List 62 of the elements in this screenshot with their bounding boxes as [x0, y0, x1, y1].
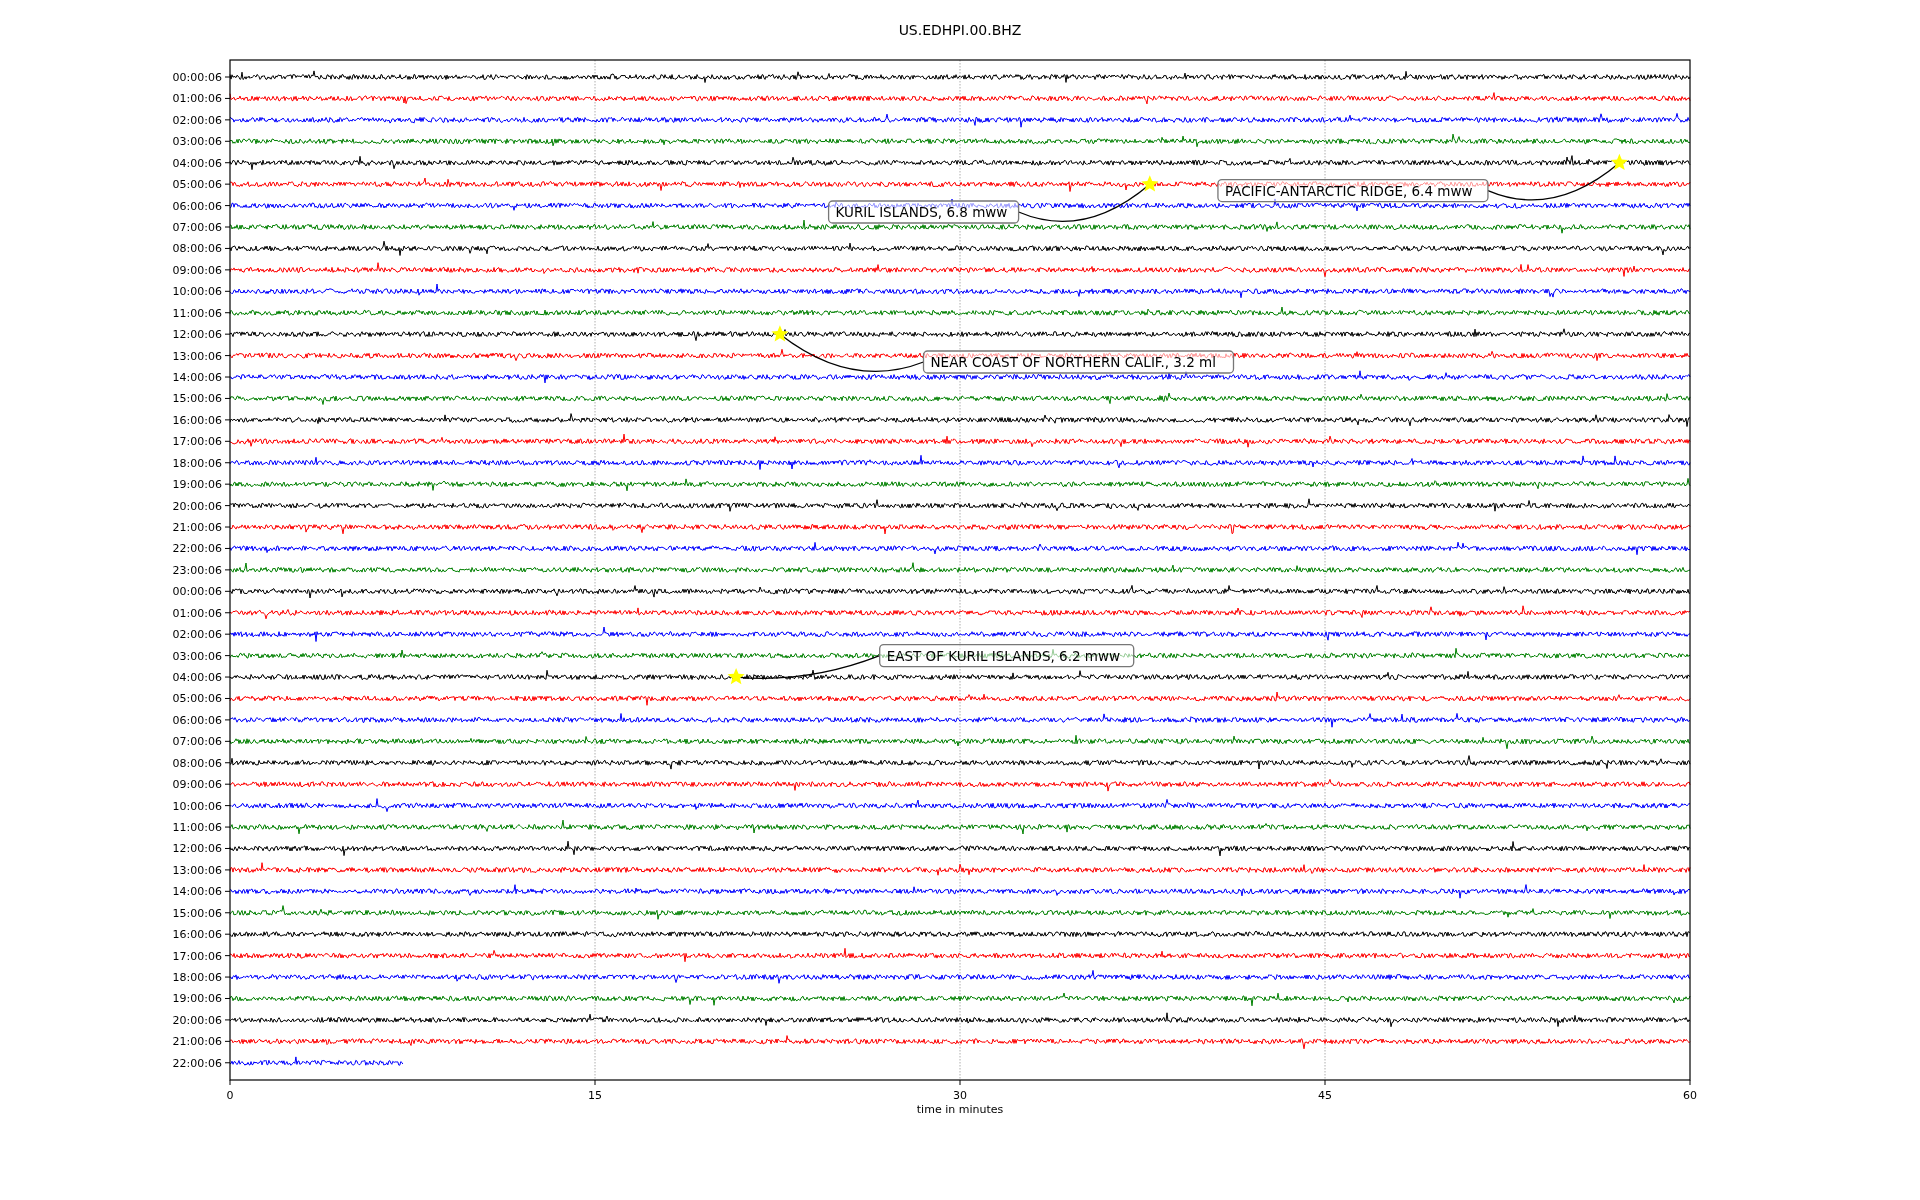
x-tick-label: 30: [953, 1089, 967, 1102]
star-marker: [771, 325, 789, 342]
y-tick-label: 02:00:06: [172, 113, 222, 127]
y-tick-label: 15:00:06: [172, 392, 222, 406]
y-tick-label: 06:00:06: [172, 713, 222, 727]
y-tick-label: 14:00:06: [172, 885, 222, 899]
y-tick-label: 15:00:06: [172, 906, 222, 920]
event-label: NEAR COAST OF NORTHERN CALIF., 3.2 ml: [922, 350, 1235, 374]
star-marker: [1610, 153, 1628, 170]
y-tick-label: 11:00:06: [172, 821, 222, 835]
y-tick-label: 00:00:06: [172, 71, 222, 84]
y-tick-label: 19:00:06: [172, 478, 222, 492]
x-tick-label: 60: [1683, 1089, 1697, 1102]
y-tick-label: 17:00:06: [172, 435, 222, 449]
y-tick-label: 22:00:06: [172, 1056, 222, 1070]
event-label: EAST OF KURIL ISLANDS, 6.2 mww: [879, 643, 1135, 668]
y-tick-label: 01:00:06: [172, 606, 222, 620]
x-tick-label: 0: [226, 1089, 234, 1102]
star-marker: [727, 668, 745, 685]
y-tick-label: 02:00:06: [172, 628, 222, 642]
y-tick-label: 18:00:06: [172, 456, 222, 470]
y-tick-label: 13:00:06: [172, 863, 222, 877]
y-tick-label: 10:00:06: [172, 285, 222, 299]
y-tick-label: 07:00:06: [172, 221, 222, 234]
y-tick-label: 07:00:06: [172, 735, 222, 749]
y-tick-label: 03:00:06: [172, 135, 222, 149]
y-tick-label: 09:00:06: [172, 778, 222, 792]
y-tick-label: 20:00:06: [172, 499, 222, 513]
y-tick-label: 16:00:06: [172, 928, 222, 942]
event-label: PACIFIC-ANTARCTIC RIDGE, 6.4 mww: [1217, 178, 1489, 203]
y-tick-label: 19:00:06: [172, 992, 222, 1006]
y-tick-label: 23:00:06: [172, 563, 222, 577]
y-tick-label: 21:00:06: [172, 1035, 222, 1049]
y-tick-label: 05:00:06: [172, 178, 222, 192]
y-tick-label: 11:00:06: [172, 306, 222, 320]
y-tick-label: 16:00:06: [172, 413, 222, 427]
y-tick-label: 08:00:06: [172, 242, 222, 256]
y-tick-label: 04:00:06: [172, 671, 222, 685]
y-tick-label: 08:00:06: [172, 756, 222, 770]
x-tick-label: 45: [1318, 1089, 1332, 1102]
y-tick-label: 17:00:06: [172, 949, 222, 963]
y-tick-label: 18:00:06: [172, 971, 222, 985]
y-tick-label: 01:00:06: [172, 92, 222, 106]
y-tick-label: 14:00:06: [172, 371, 222, 384]
y-tick-label: 12:00:06: [172, 842, 222, 856]
y-tick-label: 13:00:06: [172, 349, 222, 363]
y-tick-label: 05:00:06: [172, 692, 222, 706]
y-tick-label: 00:00:06: [172, 585, 222, 599]
y-tick-label: 21:00:06: [172, 521, 222, 535]
y-tick-label: 03:00:06: [172, 649, 222, 663]
y-tick-label: 06:00:06: [172, 199, 222, 213]
plot-title: US.EDHPI.00.BHZ: [898, 22, 1022, 38]
y-tick-label: 20:00:06: [172, 1013, 222, 1027]
y-tick-label: 12:00:06: [172, 328, 222, 342]
event-label: KURIL ISLANDS, 6.8 mww: [827, 200, 1020, 224]
x-tick-label: 15: [588, 1089, 602, 1102]
y-tick-label: 04:00:06: [172, 156, 222, 170]
x-axis-label: time in minutes: [916, 1103, 1004, 1116]
star-marker: [1141, 175, 1159, 192]
y-tick-label: 22:00:06: [172, 542, 222, 556]
y-tick-label: 10:00:06: [172, 799, 222, 813]
y-tick-label: 09:00:06: [172, 263, 222, 277]
